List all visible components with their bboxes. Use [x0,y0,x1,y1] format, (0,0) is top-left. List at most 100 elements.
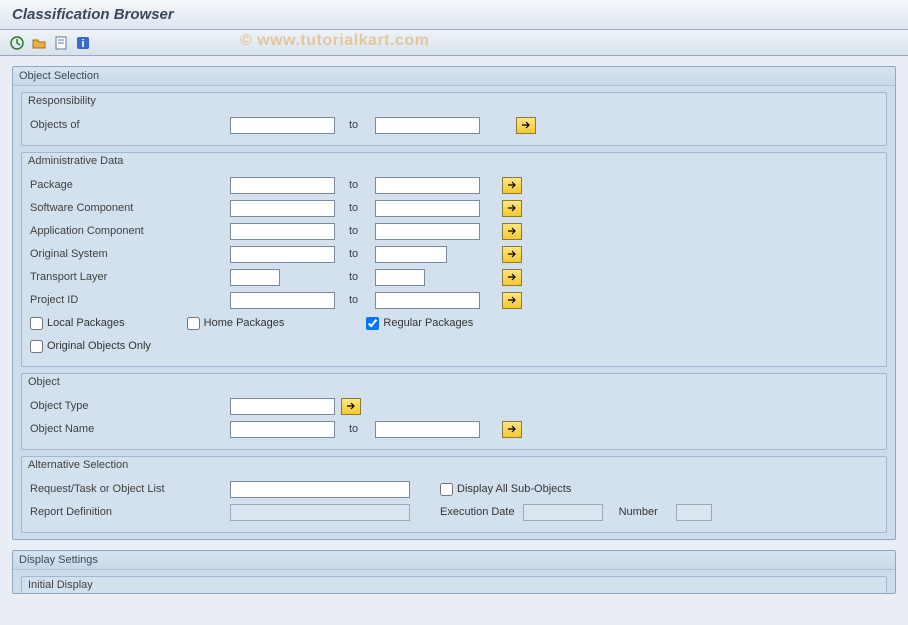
subgroup-title-object: Object [22,374,886,390]
label-package: Package [30,179,230,191]
input-application-component-to[interactable] [375,223,480,240]
subgroup-responsibility: Responsibility Objects of to [21,92,887,146]
label-software-component-to: to [335,202,375,214]
arrow-right-icon [507,425,517,433]
multiple-selection-software-component[interactable] [502,200,522,217]
input-request-task[interactable] [230,481,410,498]
multiple-selection-application-component[interactable] [502,223,522,240]
checkbox-input-regular-packages[interactable] [366,317,379,330]
arrow-right-icon [346,402,356,410]
checkbox-input-local-packages[interactable] [30,317,43,330]
input-original-system-to[interactable] [375,246,447,263]
arrow-right-icon [507,273,517,281]
subgroup-object: Object Object Type Object Name to [21,373,887,450]
input-objects-of-from[interactable] [230,117,335,134]
label-application-component-to: to [335,225,375,237]
checkbox-label-original-objects-only: Original Objects Only [47,340,151,352]
svg-text:i: i [81,38,84,50]
arrow-right-icon [507,181,517,189]
label-project-id-to: to [335,294,375,306]
input-original-system-from[interactable] [230,246,335,263]
subgroup-initial-display: Initial Display [21,576,887,593]
checkbox-display-all-sub[interactable]: Display All Sub-Objects [440,483,571,496]
label-objects-of: Objects of [30,119,230,131]
group-display-settings: Display Settings Initial Display [12,550,896,594]
checkbox-label-home-packages: Home Packages [204,317,285,329]
multiple-selection-original-system[interactable] [502,246,522,263]
label-original-system-to: to [335,248,375,260]
multiple-selection-transport-layer[interactable] [502,269,522,286]
label-request-task: Request/Task or Object List [30,483,230,495]
label-project-id: Project ID [30,294,230,306]
arrow-right-icon [507,204,517,212]
input-object-name-to[interactable] [375,421,480,438]
watermark-text: © www.tutorialkart.com [240,32,429,50]
label-original-system: Original System [30,248,230,260]
checkbox-original-objects-only[interactable]: Original Objects Only [30,340,151,353]
label-report-definition: Report Definition [30,506,230,518]
arrow-right-icon [507,250,517,258]
input-execution-date [523,504,603,521]
label-transport-layer: Transport Layer [30,271,230,283]
label-software-component: Software Component [30,202,230,214]
folder-open-icon [31,35,47,51]
checkbox-regular-packages[interactable]: Regular Packages [366,317,473,330]
subgroup-title-responsibility: Responsibility [22,93,886,109]
page-title: Classification Browser [12,6,896,23]
checkbox-label-display-all-sub: Display All Sub-Objects [457,483,571,495]
subgroup-admin-data: Administrative Data Package to Software … [21,152,887,367]
checkbox-input-original-objects-only[interactable] [30,340,43,353]
input-project-id-from[interactable] [230,292,335,309]
label-application-component: Application Component [30,225,230,237]
input-number [676,504,712,521]
input-object-name-from[interactable] [230,421,335,438]
program-docs-button[interactable] [52,34,70,52]
subgroup-alt-selection: Alternative Selection Request/Task or Ob… [21,456,887,533]
input-report-definition [230,504,410,521]
get-variant-button[interactable] [30,34,48,52]
input-package-to[interactable] [375,177,480,194]
group-title-object-selection: Object Selection [13,67,895,86]
input-object-type[interactable] [230,398,335,415]
information-button[interactable]: i [74,34,92,52]
info-icon: i [75,35,91,51]
input-software-component-from[interactable] [230,200,335,217]
label-object-name-to: to [335,423,375,435]
multiple-selection-object-name[interactable] [502,421,522,438]
multiple-selection-package[interactable] [502,177,522,194]
arrow-right-icon [507,227,517,235]
content-area: Object Selection Responsibility Objects … [0,56,908,604]
checkbox-local-packages[interactable]: Local Packages [30,317,125,330]
input-software-component-to[interactable] [375,200,480,217]
checkbox-label-local-packages: Local Packages [47,317,125,329]
input-package-from[interactable] [230,177,335,194]
input-application-component-from[interactable] [230,223,335,240]
clock-execute-icon [9,35,25,51]
group-title-display-settings: Display Settings [13,551,895,570]
label-transport-layer-to: to [335,271,375,283]
checkbox-input-display-all-sub[interactable] [440,483,453,496]
multiple-selection-object-type[interactable] [341,398,361,415]
multiple-selection-objects-of[interactable] [516,117,536,134]
label-execution-date: Execution Date [440,506,515,518]
input-project-id-to[interactable] [375,292,480,309]
checkbox-input-home-packages[interactable] [187,317,200,330]
arrow-right-icon [521,121,531,129]
execute-button[interactable] [8,34,26,52]
document-icon [53,35,69,51]
label-package-to: to [335,179,375,191]
subgroup-title-alt-selection: Alternative Selection [22,457,886,473]
title-bar: Classification Browser [0,0,908,30]
checkbox-label-regular-packages: Regular Packages [383,317,473,329]
input-transport-layer-from[interactable] [230,269,280,286]
checkbox-home-packages[interactable]: Home Packages [187,317,285,330]
app-toolbar: i © www.tutorialkart.com [0,30,908,56]
group-object-selection: Object Selection Responsibility Objects … [12,66,896,540]
input-transport-layer-to[interactable] [375,269,425,286]
subgroup-title-admin-data: Administrative Data [22,153,886,169]
label-number: Number [619,506,658,518]
arrow-right-icon [507,296,517,304]
input-objects-of-to[interactable] [375,117,480,134]
multiple-selection-project-id[interactable] [502,292,522,309]
label-object-type: Object Type [30,400,230,412]
